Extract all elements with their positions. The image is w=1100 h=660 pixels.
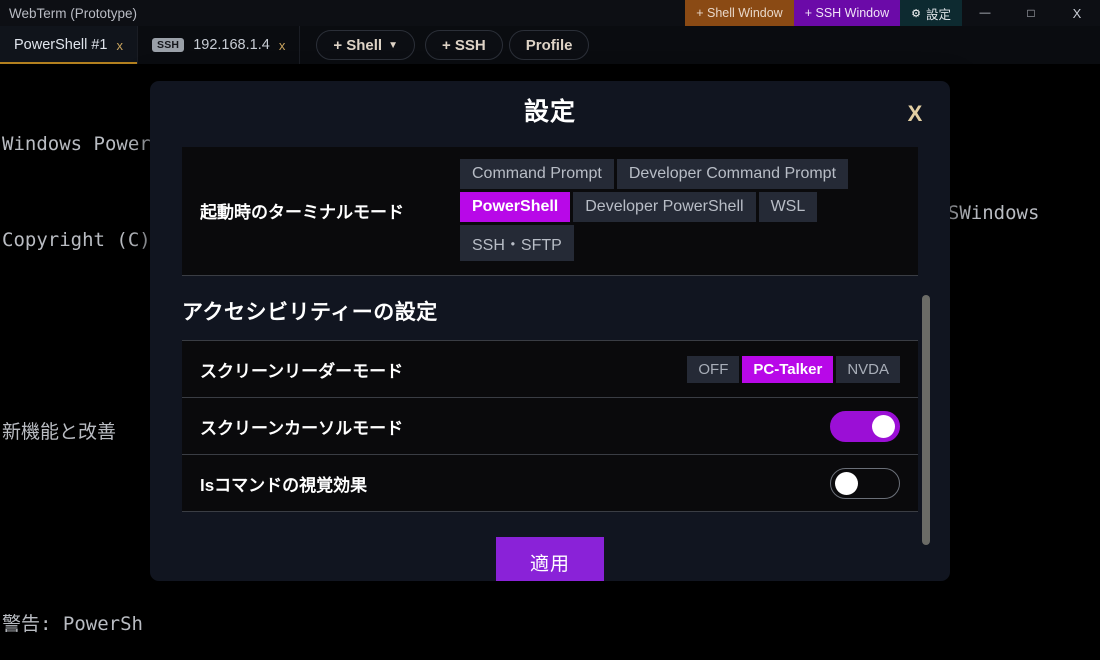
tab-label: PowerShell #1 — [14, 37, 108, 53]
setting-row-screen-reader: スクリーンリーダーモード OFF PC-Talker NVDA — [182, 341, 918, 398]
settings-button-label: 設定 — [925, 7, 951, 22]
add-ssh-button[interactable]: + SSH — [425, 30, 503, 60]
setting-label: スクリーンカーソルモード — [200, 418, 404, 438]
screen-cursor-toggle[interactable] — [830, 410, 900, 442]
minimize-button[interactable] — [962, 0, 1008, 26]
terminal-mode-options: Command Prompt Developer Command Prompt … — [460, 159, 902, 261]
shell-window-label: + Shell Window — [696, 6, 783, 20]
webterm-app: WebTerm (Prototype) + Shell Window + SSH… — [0, 0, 1100, 660]
terminal-output-right: /PSWindows び互換性の 'Import-Mod リ秒です。 — [925, 133, 1100, 393]
dialog-scrollbar[interactable] — [922, 295, 930, 545]
setting-row-screen-cursor: スクリーンカーソルモード — [182, 398, 918, 455]
mode-option-wsl[interactable]: WSL — [758, 192, 818, 222]
gear-icon: ⚙ — [911, 7, 921, 20]
dialog-close-button[interactable]: X — [900, 99, 930, 129]
shell-window-button[interactable]: + Shell Window — [685, 0, 794, 26]
settings-dialog: 設定 X 起動時のターミナルモード Command Prompt Develop… — [150, 81, 950, 581]
chevron-down-icon: ▼ — [388, 39, 398, 51]
tab-powershell-1[interactable]: PowerShell #1 x — [0, 26, 138, 64]
window-titlebar: WebTerm (Prototype) + Shell Window + SSH… — [0, 0, 1100, 26]
setting-label: スクリーンリーダーモード — [200, 361, 404, 381]
ls-visual-effect-toggle[interactable] — [830, 467, 900, 499]
mode-option-developer-command-prompt[interactable]: Developer Command Prompt — [616, 159, 849, 189]
setting-row-ls-visual-effect: lsコマンドの視覚効果 — [182, 455, 918, 512]
dialog-actions: 適用 — [182, 537, 918, 581]
tab-label: 192.168.1.4 — [193, 37, 270, 53]
ssh-window-button[interactable]: + SSH Window — [793, 0, 901, 26]
screen-reader-option-off[interactable]: OFF — [687, 355, 740, 383]
tab-actions: + Shell ▼ + SSH Profile — [316, 30, 590, 60]
mode-option-command-prompt[interactable]: Command Prompt — [460, 159, 614, 189]
mode-option-developer-powershell[interactable]: Developer PowerShell — [573, 192, 756, 222]
toggle-knob — [835, 471, 858, 495]
close-window-button[interactable] — [1054, 0, 1100, 26]
terminal-line: /PSWindows — [925, 202, 1040, 224]
settings-button[interactable]: ⚙ 設定 — [900, 0, 962, 26]
mode-option-powershell[interactable]: PowerShell — [460, 192, 571, 222]
profile-button[interactable]: Profile — [508, 30, 590, 60]
toggle-knob — [872, 414, 895, 438]
profile-label: Profile — [525, 36, 573, 54]
screen-reader-option-nvda[interactable]: NVDA — [836, 355, 900, 383]
accessibility-settings-list: スクリーンリーダーモード OFF PC-Talker NVDA スクリーンカーソ… — [182, 340, 918, 512]
tab-strip: PowerShell #1 x SSH 192.168.1.4 x + Shel… — [0, 26, 1100, 64]
mode-option-ssh-sftp[interactable]: SSH・SFTP — [460, 225, 574, 261]
maximize-button[interactable] — [1008, 0, 1054, 26]
terminal-mode-setting: 起動時のターミナルモード Command Prompt Developer Co… — [182, 147, 918, 276]
window-title: WebTerm (Prototype) — [9, 5, 138, 21]
add-shell-label: + Shell — [333, 36, 383, 54]
modal-overlay: 設定 X 起動時のターミナルモード Command Prompt Develop… — [0, 0, 1100, 660]
ssh-badge: SSH — [152, 38, 185, 52]
terminal-line: 警告: PowerSh — [2, 613, 143, 635]
tab-ssh-192-168-1-4[interactable]: SSH 192.168.1.4 x — [138, 26, 301, 64]
screen-reader-segmented-control: OFF PC-Talker NVDA — [687, 355, 900, 383]
dialog-body: 起動時のターミナルモード Command Prompt Developer Co… — [150, 139, 950, 581]
setting-label: lsコマンドの視覚効果 — [200, 475, 368, 495]
add-ssh-label: + SSH — [442, 36, 486, 54]
terminal-line: び互換性の — [925, 389, 1100, 393]
tab-close-icon[interactable]: x — [279, 38, 286, 53]
terminal-mode-label: 起動時のターミナルモード — [200, 202, 404, 222]
dialog-title: 設定 — [523, 98, 576, 126]
tab-close-icon[interactable]: x — [117, 38, 124, 53]
screen-reader-option-pc-talker[interactable]: PC-Talker — [742, 355, 834, 383]
accessibility-section-heading: アクセシビリティーの設定 — [182, 301, 438, 324]
ssh-window-label: + SSH Window — [804, 6, 890, 20]
add-shell-button[interactable]: + Shell ▼ — [316, 30, 415, 60]
apply-button[interactable]: 適用 — [495, 537, 604, 581]
